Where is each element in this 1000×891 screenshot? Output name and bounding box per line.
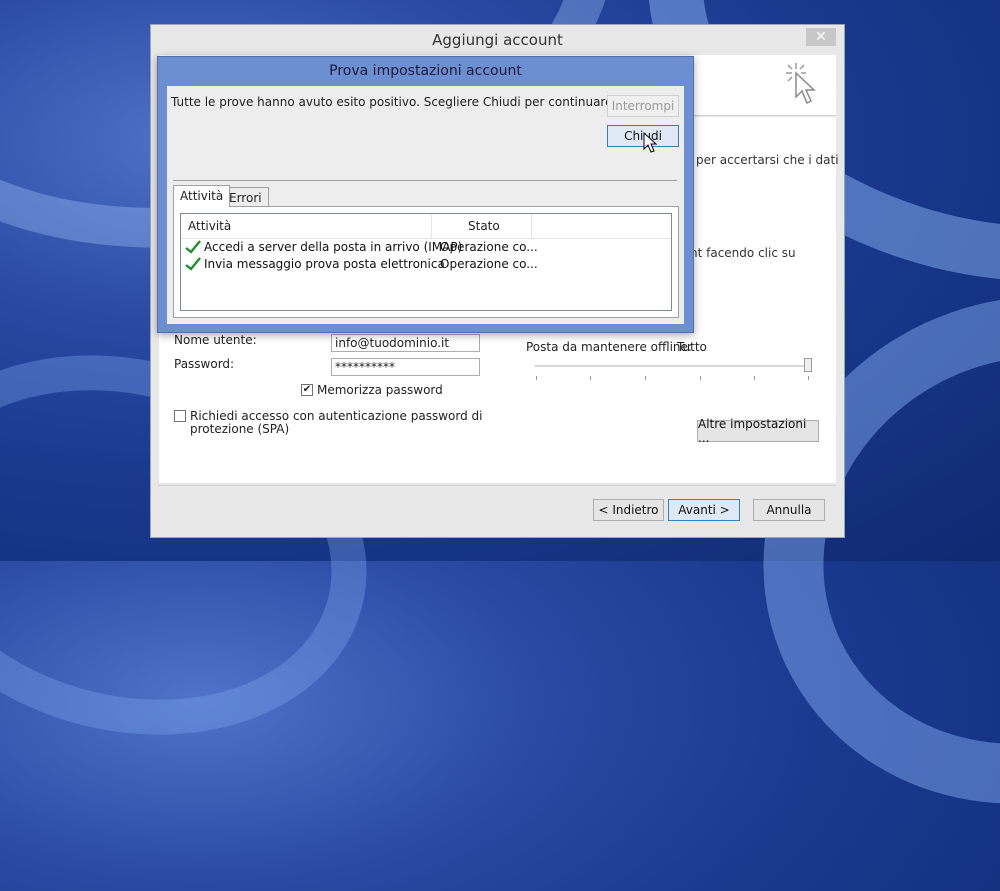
row-status: Operazione co... bbox=[440, 257, 538, 271]
username-label: Nome utente: bbox=[174, 333, 257, 347]
stop-button[interactable]: Interrompi bbox=[607, 95, 679, 117]
column-divider bbox=[531, 214, 532, 238]
list-row[interactable]: Accedi a server della posta in arrivo (I… bbox=[181, 239, 671, 256]
list-row[interactable]: Invia messaggio prova posta elettronica … bbox=[181, 256, 671, 273]
cancel-button[interactable]: Annulla bbox=[753, 499, 825, 521]
close-icon[interactable]: ✕ bbox=[806, 28, 836, 46]
checkmark-icon bbox=[185, 240, 201, 254]
row-task: Invia messaggio prova posta elettronica bbox=[204, 257, 445, 271]
back-button[interactable]: < Indietro bbox=[593, 499, 664, 521]
username-input[interactable]: info@tuodominio.it bbox=[331, 334, 480, 352]
offline-mail-label: Posta da mantenere offline: bbox=[526, 340, 692, 354]
row-status: Operazione co... bbox=[440, 240, 538, 254]
checkmark-icon bbox=[185, 257, 201, 271]
dialog-divider bbox=[173, 180, 677, 181]
remember-password-checkbox[interactable]: ✔ bbox=[301, 384, 313, 396]
password-label: Password: bbox=[174, 357, 235, 371]
offline-slider-thumb[interactable] bbox=[804, 358, 812, 372]
dialog-title: Prova impostazioni account bbox=[329, 63, 522, 79]
cursor-sparkle-icon bbox=[786, 63, 816, 105]
spa-label-line2: protezione (SPA) bbox=[190, 422, 290, 436]
list-header: Attività Stato bbox=[181, 214, 671, 239]
mouse-cursor-icon bbox=[643, 132, 658, 153]
test-settings-dialog: Prova impostazioni account Tutte le prov… bbox=[157, 56, 694, 333]
activity-tab-panel: Attività Stato Accedi a server della pos… bbox=[173, 206, 679, 318]
slider-tick bbox=[700, 376, 701, 380]
more-settings-button[interactable]: Altre impostazioni ... bbox=[697, 417, 819, 445]
next-button[interactable]: Avanti > bbox=[668, 499, 740, 521]
slider-tick bbox=[645, 376, 646, 380]
spa-label-line1: Richiedi accesso con autenticazione pass… bbox=[190, 409, 483, 423]
slider-tick bbox=[536, 376, 537, 380]
dialog-message: Tutte le prove hanno avuto esito positiv… bbox=[171, 95, 617, 109]
column-divider bbox=[431, 214, 432, 238]
partial-description-text: per accertarsi che i dati bbox=[696, 153, 839, 167]
offline-slider-track[interactable] bbox=[535, 365, 811, 367]
tab-activity[interactable]: Attività bbox=[173, 185, 231, 207]
slider-tick bbox=[754, 376, 755, 380]
slider-tick bbox=[808, 376, 809, 380]
dialog-body: Tutte le prove hanno avuto esito positiv… bbox=[167, 86, 684, 324]
partial-description-text: nt facendo clic su bbox=[690, 246, 796, 260]
slider-tick bbox=[590, 376, 591, 380]
footer-divider bbox=[158, 485, 836, 486]
offline-mail-value: Tutto bbox=[677, 340, 707, 354]
window-title: Aggiungi account bbox=[432, 31, 563, 49]
spa-checkbox[interactable] bbox=[174, 410, 186, 422]
row-task: Accedi a server della posta in arrivo (I… bbox=[204, 240, 463, 254]
column-header-activity[interactable]: Attività bbox=[188, 214, 231, 238]
column-header-status[interactable]: Stato bbox=[468, 214, 500, 238]
activity-list[interactable]: Attività Stato Accedi a server della pos… bbox=[180, 213, 672, 311]
remember-password-label: Memorizza password bbox=[317, 383, 443, 397]
password-input[interactable]: ********** bbox=[331, 358, 480, 376]
